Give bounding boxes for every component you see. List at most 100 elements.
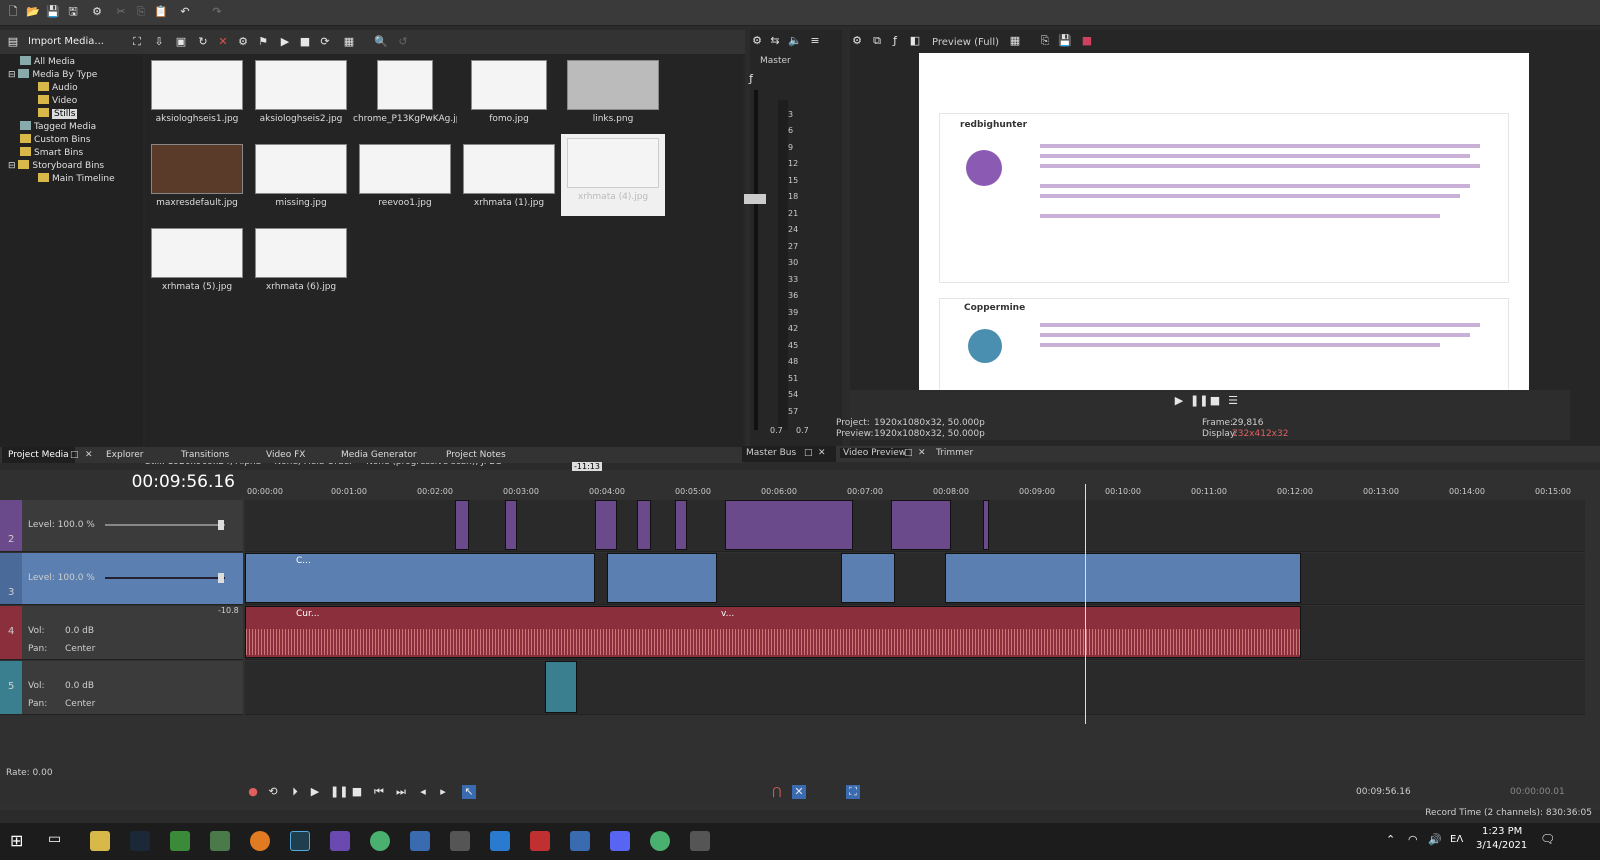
tab-project-notes[interactable]: Project Notes: [440, 447, 512, 463]
track-header-5[interactable]: 5 Vol: 0.0 dB Pan: Center: [0, 661, 243, 715]
track-header-3[interactable]: 3 Level: 100.0 %: [0, 553, 243, 605]
wifi-icon[interactable]: ◠: [1408, 833, 1418, 846]
tree-item-custom-bins[interactable]: Custom Bins: [20, 134, 90, 147]
video-clip[interactable]: [725, 500, 853, 550]
pause-icon[interactable]: ❚❚: [330, 785, 348, 799]
tray-chevron-icon[interactable]: ⌃: [1386, 833, 1395, 846]
tree-item-all-media[interactable]: All Media: [20, 56, 75, 69]
fx-icon[interactable]: ƒ: [744, 72, 758, 86]
volume-icon[interactable]: 🔊: [1428, 833, 1442, 846]
playhead[interactable]: [1085, 484, 1086, 724]
app-icon[interactable]: [530, 831, 550, 851]
loop-icon[interactable]: ⟲: [266, 785, 280, 799]
split-screen-icon[interactable]: ◧: [908, 34, 922, 48]
grid-icon[interactable]: ▦: [1008, 34, 1022, 48]
fx-icon[interactable]: ƒ: [888, 34, 902, 48]
track-area-4[interactable]: Cur... v...: [245, 606, 1585, 660]
stop-icon[interactable]: ■: [350, 785, 364, 799]
speaker-icon[interactable]: 🔈: [788, 34, 802, 48]
time-ruler[interactable]: 00:00:00 00:01:00 00:02:00 00:03:00 00:0…: [245, 484, 1585, 498]
clock-date[interactable]: 3/14/2021: [1476, 840, 1527, 851]
go-start-icon[interactable]: ⏮: [372, 785, 386, 799]
normal-edit-tool-icon[interactable]: ↖: [462, 785, 476, 799]
tab-trimmer[interactable]: Trimmer: [936, 448, 973, 458]
tab-transitions[interactable]: Transitions: [175, 447, 235, 463]
media-thumb-selected[interactable]: xrhmata (4).jpg: [561, 134, 665, 216]
properties-icon[interactable]: ⚙: [90, 5, 104, 19]
track-header-2[interactable]: 2 Level: 100.0 %: [0, 500, 243, 552]
cursor-time[interactable]: 00:09:56.16: [1356, 787, 1411, 797]
play-icon[interactable]: ▶: [308, 785, 322, 799]
play-icon[interactable]: ▶: [278, 35, 292, 49]
media-thumb[interactable]: xrhmata (5).jpg: [145, 224, 249, 306]
file-explorer-icon[interactable]: [90, 831, 110, 851]
tree-item-storyboard-bins[interactable]: ⊟ Storyboard Bins: [8, 160, 104, 173]
tag-icon[interactable]: ⚑: [256, 35, 270, 49]
chrome-icon[interactable]: [650, 831, 670, 851]
autoplay-icon[interactable]: ⟳: [318, 35, 332, 49]
level-slider-thumb[interactable]: [218, 520, 224, 530]
media-thumb[interactable]: xrhmata (1).jpg: [457, 140, 561, 222]
refresh-icon[interactable]: ↺: [396, 35, 410, 49]
track-header-4[interactable]: 4 Vol: 0.0 dB Pan: Center -10.8: [0, 606, 243, 660]
lock-envelopes-icon[interactable]: ⛶: [846, 785, 860, 799]
capture-icon[interactable]: ⛶: [130, 35, 144, 49]
media-thumb[interactable]: maxresdefault.jpg: [145, 140, 249, 222]
track-area-5[interactable]: [245, 661, 1585, 715]
play-from-start-icon[interactable]: ⏵: [288, 785, 302, 799]
save-icon[interactable]: 💾: [46, 5, 60, 19]
media-thumb[interactable]: fomo.jpg: [457, 56, 561, 138]
notifications-icon[interactable]: 🗨: [1540, 832, 1555, 846]
app-icon[interactable]: [570, 831, 590, 851]
snapping-icon[interactable]: ⋂: [770, 785, 784, 799]
redo-icon[interactable]: ↷: [210, 5, 224, 19]
video-clip[interactable]: [945, 553, 1301, 603]
video-clip[interactable]: [637, 500, 651, 550]
video-clip[interactable]: [607, 553, 717, 603]
windows-start-icon[interactable]: ⊞: [10, 831, 30, 851]
search-icon[interactable]: 🔍: [374, 35, 388, 49]
tree-item-main-timeline[interactable]: Main Timeline: [38, 173, 115, 186]
media-thumb[interactable]: aksiologhseis2.jpg: [249, 56, 353, 138]
vscode-icon[interactable]: [490, 831, 510, 851]
tree-item-audio[interactable]: Audio: [38, 82, 78, 95]
app-icon[interactable]: [690, 831, 710, 851]
level-slider[interactable]: [105, 524, 225, 526]
video-clip[interactable]: [983, 500, 989, 550]
audio-clip[interactable]: [545, 661, 577, 713]
new-icon[interactable]: 🗋: [6, 5, 20, 19]
clock-time[interactable]: 1:23 PM: [1482, 826, 1522, 837]
vegas-icon[interactable]: [290, 831, 310, 851]
view-icon[interactable]: ▤: [6, 35, 20, 49]
tab-explorer[interactable]: Explorer: [100, 447, 149, 463]
settings-icon[interactable]: ⚙: [850, 34, 864, 48]
overlay-icon[interactable]: ■: [1080, 34, 1094, 48]
tab-video-preview[interactable]: Video Preview: [840, 448, 910, 458]
video-clip[interactable]: [455, 500, 469, 550]
copy-icon[interactable]: ⎘: [134, 5, 148, 19]
master-fader[interactable]: [744, 194, 766, 204]
views-icon[interactable]: ▦: [342, 35, 356, 49]
import-media-button[interactable]: Import Media...: [28, 36, 104, 47]
remove-icon[interactable]: ✕: [216, 35, 230, 49]
track-area-2[interactable]: [245, 500, 1585, 552]
close-icon[interactable]: ✕: [85, 450, 93, 460]
audio-clip[interactable]: Cur... v...: [245, 606, 1301, 658]
auto-crossfade-icon[interactable]: ✕: [792, 785, 806, 799]
stop-icon[interactable]: ■: [1208, 394, 1222, 408]
level-slider[interactable]: [105, 577, 225, 579]
video-clip[interactable]: [891, 500, 951, 550]
media-thumb[interactable]: aksiologhseis1.jpg: [145, 56, 249, 138]
media-thumb[interactable]: links.png: [561, 56, 665, 138]
app-icon[interactable]: [410, 831, 430, 851]
paste-icon[interactable]: 📋: [154, 5, 168, 19]
stop-icon[interactable]: ■: [298, 35, 312, 49]
settings-icon[interactable]: ⚙: [750, 34, 764, 48]
preview-quality-dropdown[interactable]: Preview (Full): [932, 37, 999, 48]
media-thumb[interactable]: xrhmata (6).jpg: [249, 224, 353, 306]
tree-item-tagged-media[interactable]: Tagged Media: [20, 121, 96, 134]
go-end-icon[interactable]: ⏭: [394, 785, 408, 799]
app-icon[interactable]: [330, 831, 350, 851]
tab-media-generator[interactable]: Media Generator: [335, 447, 423, 463]
app-icon[interactable]: [450, 831, 470, 851]
